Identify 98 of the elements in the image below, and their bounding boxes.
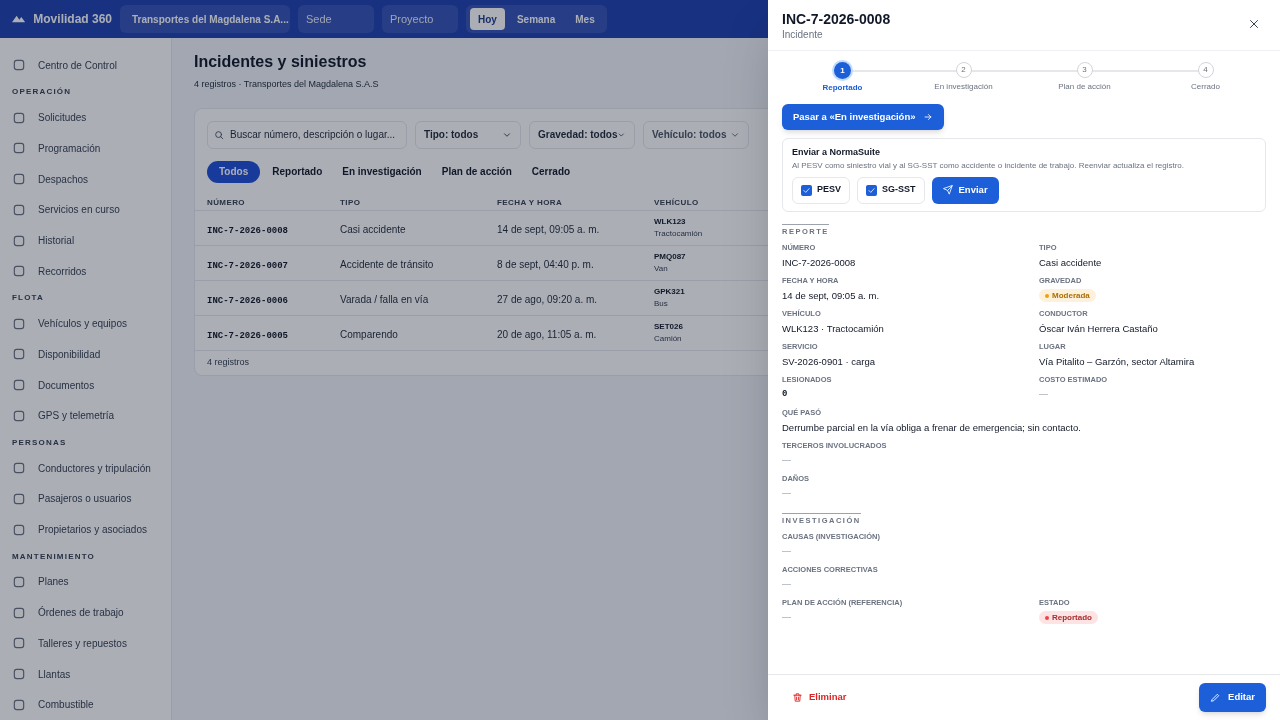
status-tab[interactable]: Reportado: [264, 160, 331, 183]
nav-item[interactable]: Conductores y tripulación: [12, 452, 159, 484]
step-marker[interactable]: 1: [834, 62, 851, 79]
card-description: Al PESV como siniestro vial y al SG-SST como accidente o incidente de trabajo. Reenviar actualiza el registro.: [792, 159, 1186, 172]
table-cell: INC-7-2026-0007: [207, 260, 288, 271]
page-subtitle: 4 registros · Transportes del Magdalena S.A.S: [194, 78, 379, 91]
table-cell: SET026: [654, 320, 683, 333]
status-badge: Reportado: [1039, 611, 1098, 625]
field-value: Derrumbe parcial en la vía obliga a frenar de emergencia; sin contacto.: [782, 421, 1081, 435]
nav-item[interactable]: Historial: [12, 225, 159, 256]
step-marker[interactable]: 3: [1076, 62, 1093, 78]
table-cell: Tractocamión: [654, 227, 703, 240]
delete-button[interactable]: Eliminar: [792, 690, 847, 705]
step-marker[interactable]: 2: [955, 62, 972, 78]
field-value: Casi accidente: [1039, 256, 1102, 270]
checkbox-option[interactable]: SG-SST: [857, 176, 925, 204]
nav-section-title: PERSONAS: [12, 436, 67, 449]
nav-item[interactable]: Propietarios y asociados: [12, 514, 159, 545]
table-cell: 20 de ago, 11:05 a. m.: [497, 328, 597, 340]
field-value: —: [1039, 388, 1048, 401]
status-tab[interactable]: Todos: [207, 160, 261, 183]
app-name: Movilidad 360: [33, 11, 112, 28]
range-tab[interactable]: Hoy: [470, 8, 505, 30]
status-badge: Moderada: [1039, 289, 1096, 302]
field-value: WLK123 · Tractocamión: [782, 322, 884, 336]
field-value: —: [782, 611, 791, 625]
field-value: INC-7-2026-0008: [782, 256, 856, 270]
field-value: —: [782, 454, 791, 467]
nav-item[interactable]: GPS y telemetría: [12, 400, 159, 431]
table-cell: INC-7-2026-0005: [207, 330, 288, 341]
field-value: Vía Pitalito – Garzón, sector Altamira: [1039, 355, 1195, 369]
drawer-title: INC-7-2026-0008: [782, 10, 891, 28]
table-cell: Camión: [654, 332, 682, 345]
column-header: FECHA Y HORA: [497, 198, 563, 207]
table-cell: INC-7-2026-0006: [207, 295, 288, 306]
step-marker[interactable]: 4: [1197, 62, 1214, 78]
table-cell: Accidente de tránsito: [340, 258, 434, 270]
status-tab[interactable]: Cerrado: [523, 160, 579, 183]
nav-item[interactable]: Despachos: [12, 163, 159, 195]
status-tab[interactable]: Plan de acción: [433, 160, 520, 183]
card-title: Enviar a NormaSuite: [792, 146, 882, 159]
column-header: VEHÍCULO: [654, 198, 699, 207]
nav-item[interactable]: Pasajeros o usuarios: [12, 483, 159, 515]
edit-button[interactable]: Editar: [1199, 683, 1266, 712]
table-cell: 14 de sept, 09:05 a. m.: [497, 223, 600, 235]
column-header: NÚMERO: [207, 198, 245, 207]
nav-item[interactable]: Órdenes de trabajo: [12, 597, 159, 628]
nav-item[interactable]: Llantas: [12, 658, 159, 690]
filter-select[interactable]: Gravedad: todos: [529, 120, 635, 149]
search-field[interactable]: Buscar número, descripción o lugar...: [207, 120, 407, 149]
field-value: Óscar Iván Herrera Castaño: [1039, 322, 1158, 336]
table-cell: GPK321: [654, 285, 685, 298]
nav-item[interactable]: Talleres y repuestos: [12, 628, 159, 659]
nav-item[interactable]: Centro de Control: [12, 50, 159, 81]
step-label: Plan de acción: [1058, 81, 1111, 93]
nav-section-title: OPERACIÓN: [12, 86, 72, 99]
table-cell: Casi accidente: [340, 223, 406, 235]
filter-select[interactable]: Vehículo: todos: [643, 120, 749, 149]
field-value: 14 de sept, 09:05 a. m.: [782, 289, 880, 303]
nav-item[interactable]: Planes: [12, 566, 159, 598]
table-cell: INC-7-2026-0008: [207, 225, 288, 236]
advance-button[interactable]: Pasar a «En investigación»: [782, 104, 944, 130]
nav-section-title: FLOTA: [12, 292, 45, 305]
table-cell: Bus: [654, 297, 668, 310]
nav-item[interactable]: Vehículos y equipos: [12, 308, 159, 339]
record-count: 4 registros: [207, 355, 250, 369]
drawer-subtitle: Incidente: [782, 28, 824, 42]
status-tab[interactable]: En investigación: [334, 160, 430, 183]
send-button[interactable]: Enviar: [931, 176, 999, 204]
step-label: Cerrado: [1191, 81, 1220, 93]
field-value: —: [782, 578, 791, 592]
nav-item[interactable]: Combustible: [12, 689, 159, 720]
table-cell: PMQ087: [654, 250, 686, 263]
checkbox-option[interactable]: PESV: [792, 176, 850, 204]
nav-section-title: MANTENIMIENTO: [12, 550, 95, 563]
field-value: —: [782, 487, 791, 500]
table-cell: Van: [654, 262, 668, 275]
field-value: —: [782, 545, 791, 559]
field-value: 0: [782, 388, 788, 401]
table-cell: 8 de sept, 04:40 p. m.: [497, 258, 594, 270]
nav-item[interactable]: Documentos: [12, 369, 159, 401]
table-cell: 27 de ago, 09:20 a. m.: [497, 293, 598, 305]
page-title: Incidentes y siniestros: [194, 52, 368, 72]
range-tab[interactable]: Semana: [508, 8, 564, 30]
nav-item[interactable]: Programación: [12, 133, 159, 164]
table-cell: WLK123: [654, 215, 686, 228]
nav-item[interactable]: Servicios en curso: [12, 194, 159, 226]
column-header: TIPO: [340, 198, 361, 207]
table-cell: Varada / falla en vía: [340, 293, 429, 305]
range-tab[interactable]: Mes: [567, 8, 603, 30]
step-label: Reportado: [822, 82, 863, 94]
nav-item[interactable]: Solicitudes: [12, 102, 159, 134]
filter-select[interactable]: Tipo: todos: [415, 120, 521, 149]
nav-item[interactable]: Recorridos: [12, 255, 159, 287]
step-label: En investigación: [934, 81, 993, 93]
field-value: SV-2026-0901 · carga: [782, 355, 875, 369]
nav-item[interactable]: Disponibilidad: [12, 339, 159, 370]
table-cell: Comparendo: [340, 328, 398, 340]
